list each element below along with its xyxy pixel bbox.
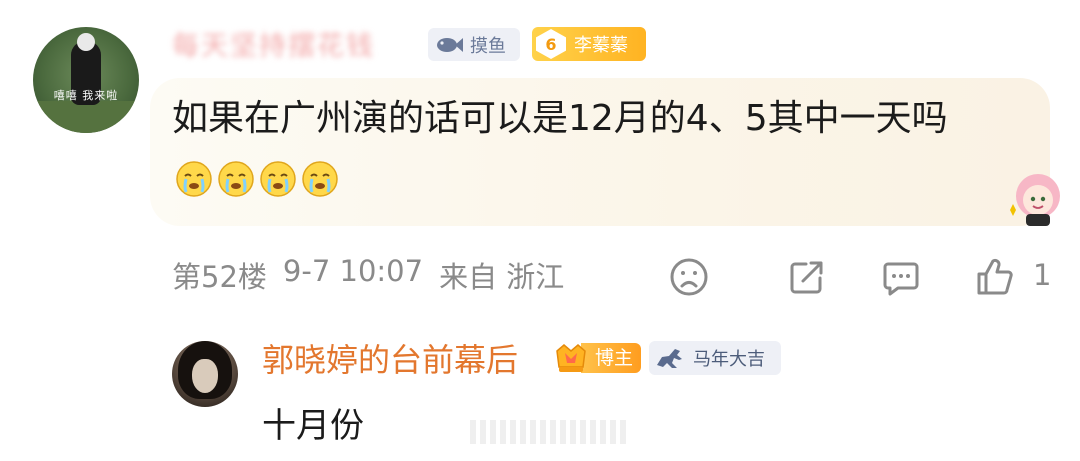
avatar-face bbox=[192, 359, 218, 393]
crown-icon bbox=[556, 344, 586, 372]
blogger-badge[interactable]: 博主 bbox=[553, 341, 641, 375]
reply-faded-text bbox=[470, 420, 630, 444]
cry-emoji-icon bbox=[302, 161, 338, 197]
commenter-name[interactable]: 每天坚持摆花钱 bbox=[172, 24, 375, 63]
comment-thread: 嘻嘻 我来啦 每天坚持摆花钱 摸鱼 6 李蓁蓁 如果在广州演的话可以是12月的4… bbox=[0, 0, 1080, 461]
commenter-avatar[interactable]: 嘻嘻 我来啦 bbox=[33, 27, 139, 133]
avatar-ground bbox=[33, 101, 139, 133]
comment-actions: 1 bbox=[0, 252, 1080, 302]
blogger-badge-label: 博主 bbox=[581, 343, 641, 373]
reply-author-name[interactable]: 郭晓婷的台前幕后 bbox=[262, 335, 518, 381]
avatar-caption: 嘻嘻 我来啦 bbox=[53, 89, 119, 102]
fish-badge[interactable]: 摸鱼 bbox=[428, 28, 520, 61]
reply-text: 十月份 bbox=[262, 406, 364, 446]
fish-badge-label: 摸鱼 bbox=[470, 35, 506, 57]
fan-rank-badge[interactable]: 6 李蓁蓁 bbox=[532, 27, 646, 61]
comment-text: 如果在广州演的话可以是12月的4、5其中一天吗 bbox=[172, 98, 948, 139]
horse-year-badge[interactable]: 马年大吉 bbox=[649, 341, 781, 375]
horse-badge-label: 马年大吉 bbox=[693, 349, 765, 370]
anime-sticker-icon bbox=[1010, 174, 1060, 226]
thumbs-up-icon[interactable] bbox=[974, 256, 1016, 298]
avatar-head bbox=[77, 33, 95, 51]
cry-emoji-icon bbox=[260, 161, 296, 197]
fan-rank-label: 李蓁蓁 bbox=[574, 35, 628, 56]
reply-avatar[interactable] bbox=[172, 341, 238, 407]
cry-emoji-icon bbox=[176, 161, 212, 197]
horse-icon bbox=[657, 349, 682, 368]
cry-emoji-icon bbox=[218, 161, 254, 197]
share-icon[interactable] bbox=[786, 256, 828, 298]
comment-icon[interactable] bbox=[880, 256, 922, 298]
fish-icon bbox=[437, 37, 463, 52]
like-count: 1 bbox=[1033, 258, 1052, 292]
sad-face-icon[interactable] bbox=[668, 256, 710, 298]
comment-body: 如果在广州演的话可以是12月的4、5其中一天吗 bbox=[172, 90, 1032, 206]
fan-level-number: 6 bbox=[536, 29, 566, 59]
emoji-row bbox=[174, 158, 340, 198]
